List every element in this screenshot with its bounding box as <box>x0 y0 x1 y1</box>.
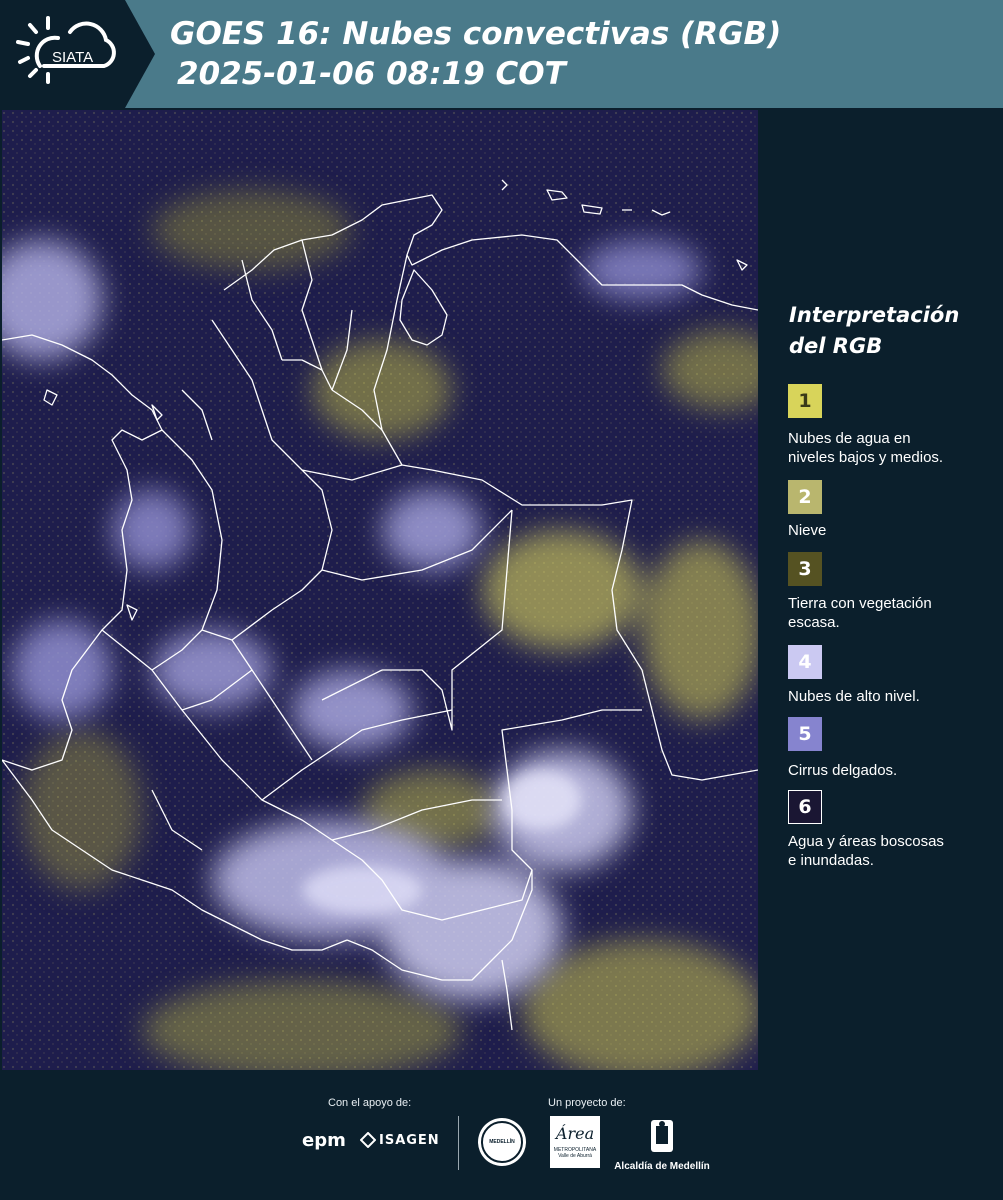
epm-logo: epm <box>302 1130 346 1151</box>
legend-panel: Interpretación del RGB 1 Nubes de agua e… <box>760 110 1003 1070</box>
header-bar: SIATA GOES 16: Nubes convectivas (RGB) 2… <box>0 0 1003 108</box>
footer-divider <box>458 1116 459 1170</box>
isagen-icon <box>360 1132 376 1148</box>
legend-item-2-text: Nieve <box>788 522 827 539</box>
legend-item-1-text: Nubes de agua en niveles bajos y medios. <box>788 430 944 466</box>
alcaldia-logo: Alcaldía de Medellín <box>612 1118 712 1172</box>
support-label: Con el apoyo de: <box>328 1097 412 1109</box>
legend-item-6-text: Agua y áreas boscosas e inundadas. <box>788 833 944 869</box>
seal-icon: MEDELLÍN <box>481 1121 523 1163</box>
medellin-seal: MEDELLÍN <box>478 1118 526 1166</box>
legend-swatch-1: 1 <box>788 384 822 418</box>
legend-item-5-text: Cirrus delgados. <box>788 762 898 779</box>
page-title: GOES 16: Nubes convectivas (RGB) <box>170 16 782 52</box>
isagen-logo: ISAGEN <box>360 1132 440 1148</box>
siata-sun-cloud-icon: SIATA <box>16 16 116 84</box>
legend-swatch-6: 6 <box>788 790 822 824</box>
legend-item-3-text: Tierra con vegetación escasa. <box>788 595 932 631</box>
legend-swatch-4: 4 <box>788 645 822 679</box>
satellite-map[interactable] <box>0 110 782 1080</box>
coat-of-arms-icon <box>651 1120 673 1152</box>
area-metropolitana-logo: Área METROPOLITANA Valle de Aburrá <box>550 1116 600 1168</box>
siata-logo: SIATA <box>0 0 155 108</box>
legend-title: Interpretación del RGB <box>789 303 960 358</box>
legend-swatch-5: 5 <box>788 717 822 751</box>
project-label: Un proyecto de: <box>548 1097 626 1109</box>
svg-text:SIATA: SIATA <box>52 49 93 66</box>
page-timestamp: 2025-01-06 08:19 COT <box>177 56 566 92</box>
legend-item-4-text: Nubes de alto nivel. <box>788 688 920 705</box>
legend-swatch-2: 2 <box>788 480 822 514</box>
satellite-image <box>0 110 782 1080</box>
footer: Con el apoyo de: Un proyecto de: epm ISA… <box>0 1070 1003 1200</box>
legend-swatch-3: 3 <box>788 552 822 586</box>
